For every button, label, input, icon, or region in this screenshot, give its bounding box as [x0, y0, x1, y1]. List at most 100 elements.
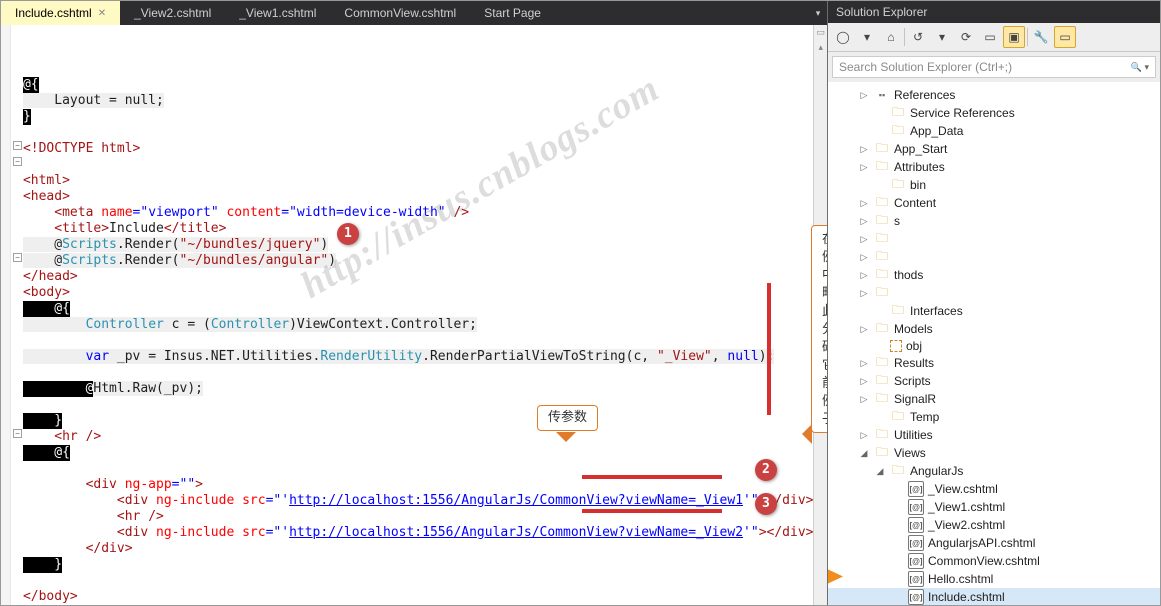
- solution-tree[interactable]: ▷▪▪References▷🗀Service References▷🗀App_D…: [828, 86, 1160, 605]
- expand-icon[interactable]: ▷: [858, 252, 870, 263]
- tree-item[interactable]: ▷[@]_View2.cshtml: [828, 516, 1160, 534]
- tree-item[interactable]: ▷🗀App_Start: [828, 140, 1160, 158]
- expand-icon[interactable]: ▷: [858, 234, 870, 245]
- tree-item[interactable]: ▷🗀Temp: [828, 408, 1160, 426]
- tree-item[interactable]: ▷🗀: [828, 284, 1160, 302]
- cshtml-icon: [@]: [908, 553, 924, 569]
- tree-label: Attributes: [894, 160, 945, 174]
- tree-item[interactable]: ▷🗀bin: [828, 176, 1160, 194]
- cshtml-icon: [@]: [908, 499, 924, 515]
- expand-icon[interactable]: ▷: [858, 198, 870, 209]
- expand-icon[interactable]: ▷: [858, 162, 870, 173]
- expand-icon[interactable]: ▷: [874, 341, 886, 352]
- expand-icon[interactable]: ▷: [892, 538, 904, 549]
- sync-icon[interactable]: ↺: [907, 26, 929, 48]
- refresh-icon[interactable]: ⟳: [955, 26, 977, 48]
- preview-icon[interactable]: ▭: [1054, 26, 1076, 48]
- folder-icon: 🗀: [874, 195, 890, 211]
- expand-icon[interactable]: ▷: [874, 126, 886, 137]
- tab-common[interactable]: CommonView.cshtml: [330, 1, 470, 25]
- back-icon[interactable]: ◯: [832, 26, 854, 48]
- tree-item[interactable]: ◢🗀Views: [828, 444, 1160, 462]
- collapse-icon[interactable]: ▭: [979, 26, 1001, 48]
- cshtml-icon: [@]: [908, 481, 924, 497]
- expand-icon[interactable]: ▷: [892, 592, 904, 603]
- expand-icon[interactable]: ▷: [892, 574, 904, 585]
- tree-item[interactable]: ▷ [@] _View1.cshtml: [828, 498, 1160, 516]
- expand-icon[interactable]: ▷: [858, 90, 870, 101]
- expand-icon[interactable]: ▷: [892, 556, 904, 567]
- tab-start[interactable]: Start Page: [470, 1, 555, 25]
- tree-item[interactable]: ▷ 🗀 Attributes: [828, 158, 1160, 176]
- tree-item[interactable]: ▷🗀s: [828, 212, 1160, 230]
- folder-icon: 🗀: [890, 463, 906, 479]
- tree-item[interactable]: ▷🗀: [828, 230, 1160, 248]
- expand-icon[interactable]: ◢: [858, 448, 870, 459]
- expand-icon[interactable]: ▷: [874, 180, 886, 191]
- tree-item[interactable]: ▷🗀thods: [828, 266, 1160, 284]
- expand-icon[interactable]: ▷: [858, 270, 870, 281]
- tree-item[interactable]: ▷🗀Results: [828, 354, 1160, 372]
- expand-icon[interactable]: ▷: [874, 412, 886, 423]
- folder-icon: 🗀: [890, 123, 906, 139]
- home-icon[interactable]: ⌂: [880, 26, 902, 48]
- sync-drop-icon[interactable]: ▾: [931, 26, 953, 48]
- tree-item[interactable]: ▷🗀Content: [828, 194, 1160, 212]
- expand-icon[interactable]: ▷: [858, 216, 870, 227]
- tree-item[interactable]: ▷🗀Service References: [828, 104, 1160, 122]
- tab-view1[interactable]: _View1.cshtml: [225, 1, 330, 25]
- tree-item[interactable]: ▷[@]_View.cshtml: [828, 480, 1160, 498]
- expand-icon[interactable]: ▷: [858, 358, 870, 369]
- search-input[interactable]: Search Solution Explorer (Ctrl+;)🔍 ▾: [832, 56, 1156, 78]
- tree-label: Results: [894, 356, 934, 370]
- breakpoint-gutter[interactable]: [1, 25, 11, 605]
- folder-icon: 🗀: [874, 445, 890, 461]
- expand-icon[interactable]: ▷: [858, 394, 870, 405]
- expand-icon[interactable]: ▷: [874, 108, 886, 119]
- expand-icon[interactable]: ▷: [858, 376, 870, 387]
- tree-item[interactable]: ▷🗀SignalR: [828, 390, 1160, 408]
- expand-icon[interactable]: ▷: [858, 324, 870, 335]
- tree-item[interactable]: ▷[@]Include.cshtml: [828, 588, 1160, 605]
- expand-icon[interactable]: ▷: [858, 288, 870, 299]
- expand-icon[interactable]: ▷: [858, 144, 870, 155]
- tab-view2[interactable]: _View2.cshtml: [120, 1, 225, 25]
- tree-item[interactable]: ▷🗀: [828, 248, 1160, 266]
- tab-include[interactable]: Include.cshtml✕: [1, 1, 120, 25]
- scroll-up-icon[interactable]: ▴: [816, 40, 825, 55]
- tree-item[interactable]: ▷[@]Hello.cshtml: [828, 570, 1160, 588]
- expand-icon[interactable]: ▷: [892, 484, 904, 495]
- tree-label: References: [894, 88, 955, 102]
- callout-params: 传参数: [537, 405, 598, 431]
- forward-drop-icon[interactable]: ▾: [856, 26, 878, 48]
- expand-icon[interactable]: ◢: [874, 466, 886, 477]
- tree-item[interactable]: ◢🗀AngularJs: [828, 462, 1160, 480]
- tree-item[interactable]: ▷🗀Utilities: [828, 426, 1160, 444]
- tree-label: _View1.cshtml: [928, 500, 1005, 514]
- close-icon[interactable]: ✕: [98, 8, 106, 19]
- tab-overflow-icon[interactable]: ▾: [809, 1, 827, 25]
- tree-label: Temp: [910, 410, 939, 424]
- tree-item[interactable]: ▷🗀Interfaces: [828, 302, 1160, 320]
- properties-icon[interactable]: 🔧: [1030, 26, 1052, 48]
- tree-item[interactable]: ▷🗀Scripts: [828, 372, 1160, 390]
- annotation-badge-1: 1: [337, 223, 359, 245]
- tree-label: CommonView.cshtml: [928, 554, 1040, 568]
- expand-icon[interactable]: ▷: [892, 502, 904, 513]
- show-all-icon[interactable]: ▣: [1003, 26, 1025, 48]
- code-editor[interactable]: http://insus.cnblogs.com @{ Layout = nul…: [17, 25, 814, 605]
- tree-label: Models: [894, 322, 933, 336]
- expand-icon[interactable]: ▷: [858, 430, 870, 441]
- watermark: http://insus.cnblogs.com: [293, 66, 667, 307]
- tree-item[interactable]: ▷▪▪References: [828, 86, 1160, 104]
- tree-item[interactable]: ▷🗀App_Data: [828, 122, 1160, 140]
- tree-label: Interfaces: [910, 304, 963, 318]
- tree-item[interactable]: ▷[@]AngularjsAPI.cshtml: [828, 534, 1160, 552]
- folder-icon: 🗀: [874, 159, 890, 175]
- search-drop-icon[interactable]: 🔍 ▾: [1131, 62, 1149, 73]
- tree-item[interactable]: ▷ [@] CommonView.cshtml: [828, 552, 1160, 570]
- tree-item[interactable]: ▷🗀Models: [828, 320, 1160, 338]
- expand-icon[interactable]: ▷: [874, 306, 886, 317]
- split-icon[interactable]: ▭: [814, 25, 827, 40]
- expand-icon[interactable]: ▷: [892, 520, 904, 531]
